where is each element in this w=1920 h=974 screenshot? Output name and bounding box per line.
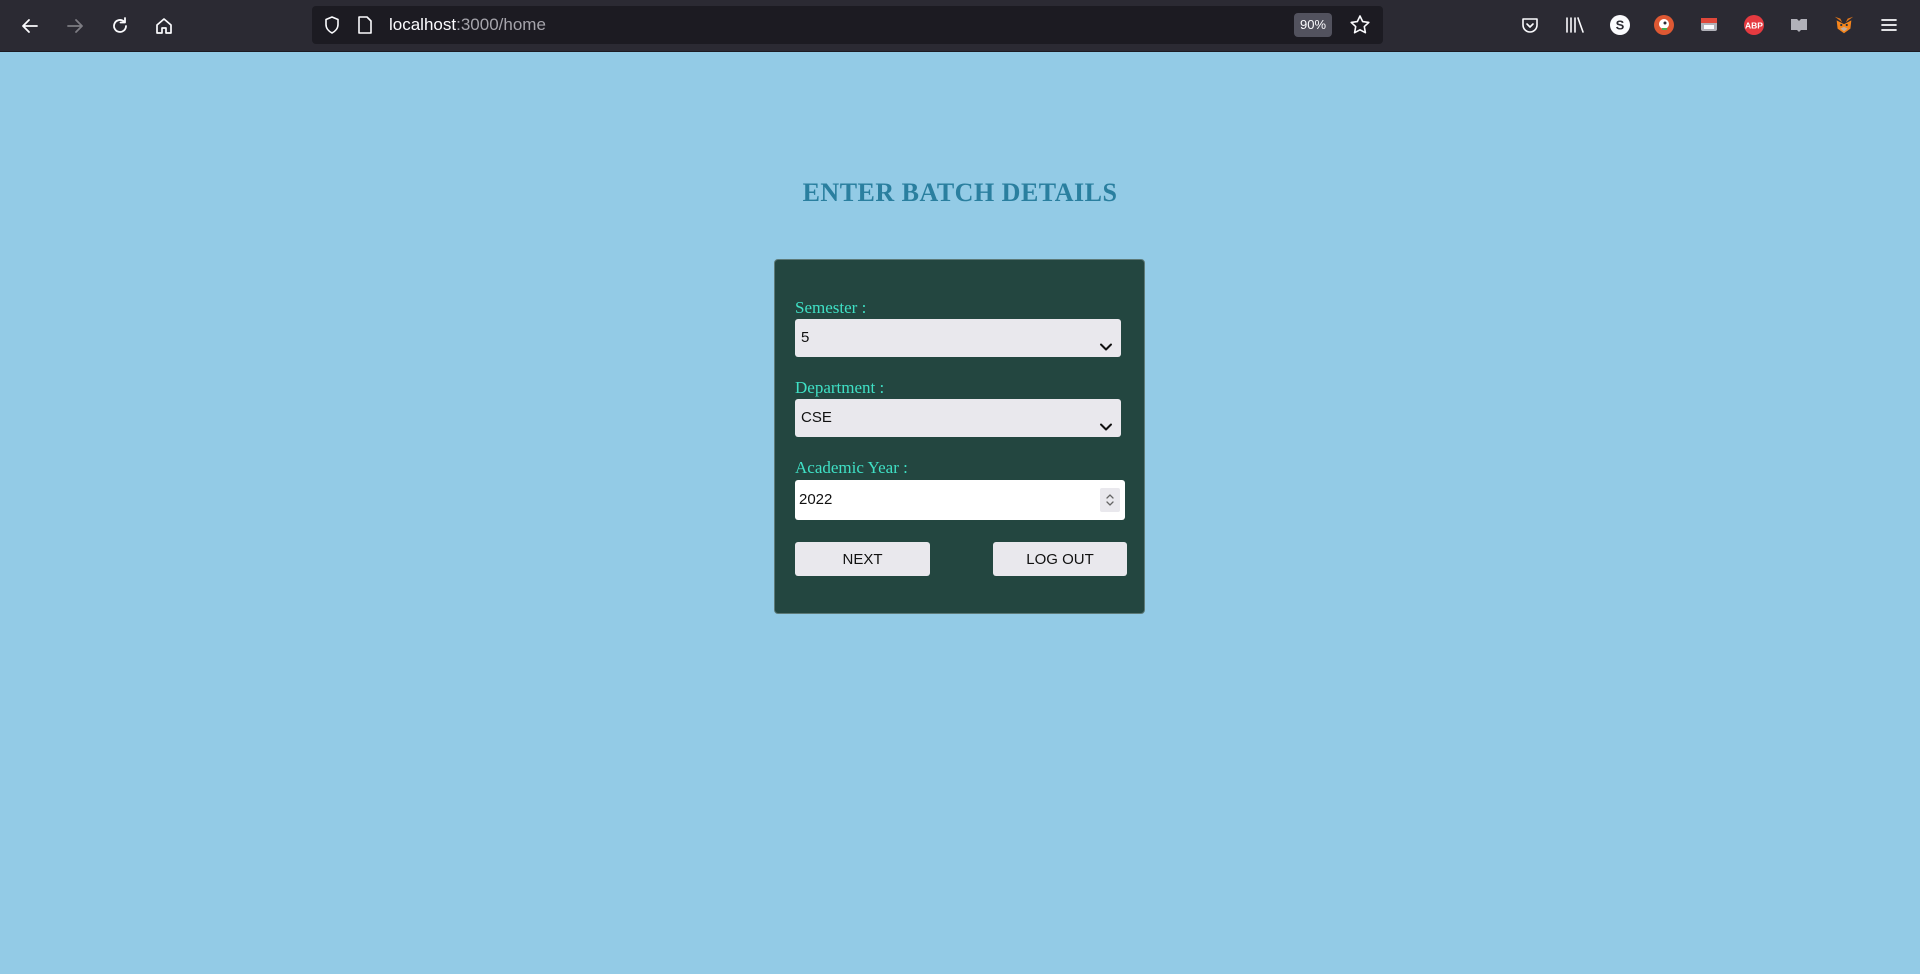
academic-year-label: Academic Year : [795, 458, 908, 477]
next-button[interactable]: NEXT [795, 542, 930, 576]
zoom-level-badge[interactable]: 90% [1294, 13, 1333, 37]
academic-year-value: 2022 [799, 491, 833, 508]
academic-year-input[interactable]: 2022 [795, 480, 1125, 520]
batch-details-form: Semester : 5 Department : CSE Academic Y… [774, 259, 1145, 614]
duckduckgo-icon[interactable] [1653, 14, 1675, 36]
forward-button[interactable] [59, 10, 91, 42]
page-icon[interactable] [356, 15, 374, 40]
semester-label: Semester : [795, 298, 867, 317]
spin-up-icon[interactable] [1105, 492, 1115, 500]
home-icon [156, 18, 172, 34]
forward-icon [67, 19, 83, 33]
semester-select[interactable]: 5 [795, 319, 1121, 357]
library-icon[interactable] [1564, 14, 1586, 36]
number-spinner[interactable] [1100, 488, 1120, 512]
department-selected-value: CSE [801, 409, 832, 426]
adblock-plus-icon[interactable]: ABP [1743, 14, 1765, 36]
home-button[interactable] [148, 10, 180, 42]
back-button[interactable] [14, 10, 46, 42]
chevron-down-icon [1099, 411, 1113, 449]
metamask-icon[interactable] [1833, 14, 1855, 36]
adblock-plus-label: ABP [1745, 21, 1763, 31]
department-select[interactable]: CSE [795, 399, 1121, 437]
logout-button[interactable]: LOG OUT [993, 542, 1127, 576]
star-icon[interactable] [1349, 14, 1371, 41]
spin-down-icon[interactable] [1105, 500, 1115, 508]
s-extension-label: S [1616, 18, 1625, 33]
semester-selected-value: 5 [801, 329, 810, 346]
url-host: localhost [389, 15, 457, 34]
chevron-down-icon [1099, 331, 1113, 369]
screenshot-icon[interactable] [1698, 14, 1720, 36]
reader-view-icon[interactable] [1788, 14, 1810, 36]
page-title: ENTER BATCH DETAILS [802, 178, 1118, 207]
s-extension-icon[interactable]: S [1609, 14, 1631, 36]
url-bar[interactable]: localhost:3000/home 90% [312, 6, 1383, 44]
department-label: Department : [795, 378, 885, 397]
url-path: :3000/home [456, 15, 546, 34]
browser-toolbar: localhost:3000/home 90% S ABP [0, 0, 1920, 52]
reload-icon [113, 17, 127, 33]
menu-icon[interactable] [1878, 14, 1900, 36]
url-text[interactable]: localhost:3000/home [389, 15, 546, 35]
pocket-icon[interactable] [1519, 14, 1541, 36]
reload-button[interactable] [104, 10, 136, 42]
shield-icon[interactable] [322, 15, 342, 40]
back-icon [22, 19, 38, 33]
